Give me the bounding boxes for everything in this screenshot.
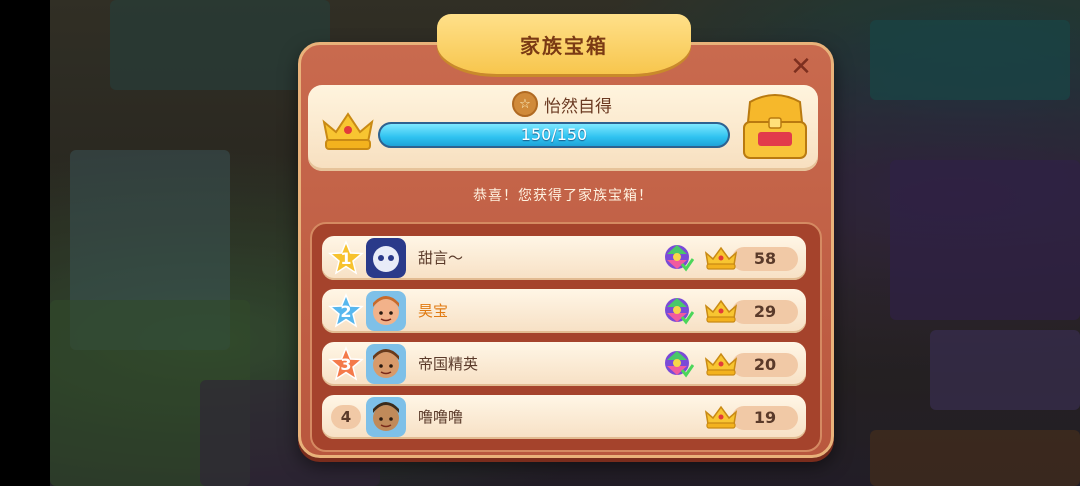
- contribution-score: 29: [753, 302, 777, 321]
- boy-avatar[interactable]: [366, 291, 406, 331]
- rank-title-row: ☆ 怡然自得: [512, 91, 612, 117]
- leaderboard-row[interactable]: 3 帝国精英 20: [322, 342, 806, 386]
- close-icon[interactable]: ✕: [788, 54, 814, 80]
- progress-text: 150/150: [520, 125, 588, 144]
- gem-ball-icon: [665, 298, 694, 325]
- man2-avatar[interactable]: [366, 397, 406, 437]
- leaderboard-row[interactable]: 1 甜言～ 58: [322, 236, 806, 280]
- rank-title: 怡然自得: [544, 96, 612, 117]
- congrats-message: 恭喜！您获得了家族宝箱！: [473, 188, 653, 204]
- man-avatar[interactable]: [366, 344, 406, 384]
- player-name: 噜噜噜: [418, 408, 464, 426]
- robot-avatar[interactable]: [366, 238, 406, 278]
- gem-ball-icon: [665, 351, 694, 378]
- treasure-chest-icon[interactable]: [736, 92, 814, 164]
- rank-number: 3: [340, 355, 352, 374]
- crown-icon: [322, 112, 374, 150]
- dialog-title: 家族宝箱: [520, 33, 608, 58]
- dialog-title-tab: 家族宝箱: [437, 14, 691, 74]
- player-name: 帝国精英: [418, 355, 479, 373]
- gem-ball-icon: [665, 245, 694, 272]
- rank-number: 2: [340, 302, 352, 321]
- player-name: 甜言～: [418, 249, 464, 267]
- rank-badge-icon: ☆: [512, 91, 538, 117]
- leaderboard-row[interactable]: 2 昊宝 29: [322, 289, 806, 333]
- leaderboard-row[interactable]: 4 噜噜噜 19: [322, 395, 806, 439]
- contribution-score: 20: [753, 355, 777, 374]
- contribution-score: 19: [753, 408, 777, 427]
- contribution-score: 58: [753, 249, 777, 268]
- rank-number: 4: [331, 405, 361, 429]
- rank-number: 1: [340, 249, 352, 268]
- player-name: 昊宝: [418, 302, 449, 320]
